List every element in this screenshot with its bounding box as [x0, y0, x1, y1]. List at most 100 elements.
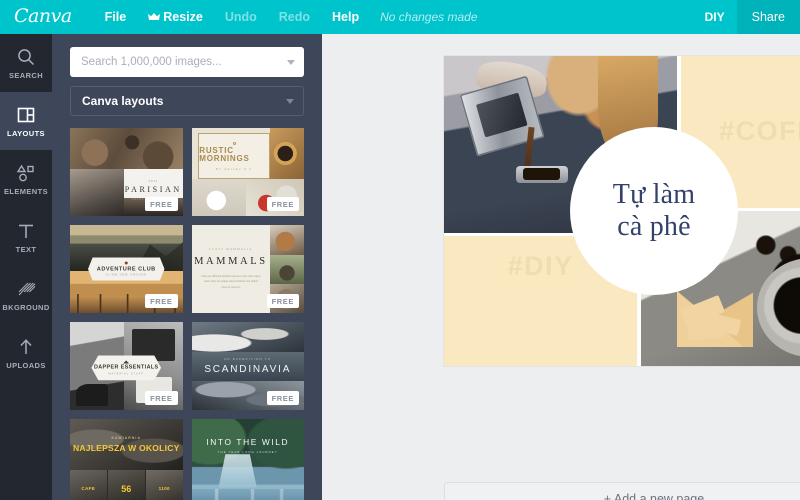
workspace: #COFFEE #DIY Tự làm cà phê — [322, 34, 800, 500]
menu-item-redo[interactable]: Redo — [268, 0, 321, 34]
sidebar-item-elements-label: ELEMENTS — [3, 186, 49, 196]
sidebar-item-layouts[interactable]: LAYOUTS — [0, 92, 52, 150]
search-row — [52, 34, 322, 77]
template-title: MAMMALS — [194, 256, 268, 268]
template-eyebrow: CLASS MAMMALIA — [208, 248, 253, 252]
template-thumbnail[interactable]: 2015 PARISIAN FRENCH COLLECTION FREE — [70, 128, 183, 216]
share-button[interactable]: Share — [736, 0, 800, 34]
thumb-photo — [191, 179, 246, 216]
template-thumbnail[interactable]: RUSTIC MORNINGS BY HAILEY & C FREE — [191, 128, 304, 216]
thumb-title-block: RUSTIC MORNINGS BY HAILEY & C — [198, 133, 271, 180]
template-subtitle: CLIMB NEW GROUND — [105, 273, 147, 277]
template-subtitle: MATERIAL STUFF — [108, 372, 145, 376]
sidebar-item-background-label: BKGROUND — [2, 302, 50, 312]
template-title: DAPPER ESSENTIALS — [93, 364, 159, 371]
menu-item-resize-label: Resize — [163, 9, 203, 24]
template-grid: 2015 PARISIAN FRENCH COLLECTION FREE RUS… — [52, 116, 322, 500]
save-status-text: No changes made — [380, 10, 478, 24]
template-thumbnail[interactable]: CLASS MAMMALIA MAMMALS There are differe… — [191, 225, 304, 313]
template-thumbnail[interactable]: DAPPER ESSENTIALS MATERIAL STUFF FREE — [70, 322, 183, 410]
sidebar-item-uploads-label: UPLOADS — [6, 360, 46, 370]
thumb-title-block: KAWIARNIA NAJLEPSZA W OKOLICY — [70, 419, 183, 471]
template-eyebrow: 2015 — [148, 179, 159, 184]
template-subtitle: BY HAILEY & C — [215, 166, 253, 171]
template-thumbnail[interactable]: AN EXPEDITION TO SCANDINAVIA FREE — [191, 322, 304, 410]
thumb-stat-cell: 1100 — [146, 470, 183, 500]
ornament-icon — [123, 360, 130, 364]
status-badge: FREE — [266, 294, 299, 308]
top-bar: Canva File Resize Undo Redo Help No chan… — [0, 0, 800, 34]
add-new-page-button[interactable]: + Add a new page — [444, 482, 800, 500]
sidebar-item-uploads[interactable]: UPLOADS — [0, 324, 52, 382]
search-input[interactable] — [81, 56, 280, 68]
left-rail: SEARCH LAYOUTS ELEMENTS TEXT BKGROUND UP… — [0, 34, 52, 500]
status-badge: FREE — [266, 197, 299, 211]
menu-item-help[interactable]: Help — [321, 0, 370, 34]
thumb-photo — [270, 128, 304, 180]
template-eyebrow: AN EXPEDITION TO — [224, 357, 272, 362]
main-menu: File Resize Undo Redo Help No changes ma… — [94, 0, 478, 35]
menu-item-file[interactable]: File — [94, 0, 138, 34]
template-title: RUSTIC MORNINGS — [199, 146, 250, 164]
status-badge: FREE — [266, 391, 299, 405]
template-thumbnail[interactable]: KAWIARNIA NAJLEPSZA W OKOLICY CAFE 56 11… — [70, 419, 183, 500]
canvas-hashtag-coffee[interactable]: #COFFEE — [719, 116, 800, 147]
template-title: INTO THE WILD — [206, 436, 290, 447]
thumb-title-block: INTO THE WILD THE YEAR LONG JOURNEY — [192, 437, 305, 454]
sidebar-item-text[interactable]: TEXT — [0, 208, 52, 266]
canva-logo[interactable]: Canva — [14, 6, 72, 28]
thumb-stat-cell: CAFE — [70, 470, 107, 500]
background-icon — [16, 279, 36, 299]
chevron-down-icon[interactable] — [286, 99, 294, 104]
photo-detail-biscuits — [677, 279, 753, 348]
status-badge: FREE — [145, 197, 178, 211]
canvas-circle-shape[interactable]: Tự làm cà phê — [570, 127, 738, 295]
photo-detail-cup — [516, 165, 568, 184]
top-bar-right: DIY Share — [693, 0, 800, 34]
template-thumbnail[interactable]: ADVENTURE CLUB CLIMB NEW GROUND FREE — [70, 225, 183, 313]
thumb-title-block: CLASS MAMMALIA MAMMALS There are differe… — [192, 225, 271, 313]
thumb-stat-cell: 56 — [108, 470, 145, 500]
layouts-panel: Canva layouts 2015 PARISIAN FRENCH COLLE… — [52, 34, 322, 500]
canvas-hashtag-diy[interactable]: #DIY — [508, 251, 574, 282]
elements-icon — [16, 163, 36, 183]
thumb-title-block: ADVENTURE CLUB CLIMB NEW GROUND — [88, 257, 165, 281]
thumb-stat-value: CAFE — [81, 486, 96, 492]
thumb-stat-value: 1100 — [158, 486, 170, 492]
layout-category-select[interactable]: Canva layouts — [70, 86, 304, 116]
canvas-headline-line1: Tự làm — [612, 178, 696, 210]
canvas-headline-line2: cà phê — [617, 211, 691, 242]
search-box[interactable] — [70, 47, 304, 77]
thumb-photo-detail — [191, 489, 304, 500]
sidebar-item-elements[interactable]: ELEMENTS — [0, 150, 52, 208]
canvas-headline[interactable]: Tự làm cà phê — [613, 179, 695, 244]
thumb-title-block: DAPPER ESSENTIALS MATERIAL STUFF — [91, 355, 162, 381]
template-eyebrow: KAWIARNIA — [111, 436, 141, 441]
thumb-photo — [191, 322, 304, 352]
menu-item-resize[interactable]: Resize — [137, 0, 214, 35]
sidebar-item-layouts-label: LAYOUTS — [7, 128, 45, 138]
sidebar-item-background[interactable]: BKGROUND — [0, 266, 52, 324]
sidebar-item-search[interactable]: SEARCH — [0, 34, 52, 92]
design-title[interactable]: DIY — [693, 10, 737, 24]
ornament-icon — [124, 261, 128, 265]
photo-detail-coffee-cup — [757, 257, 800, 357]
thumb-photo — [270, 254, 304, 284]
photo-detail-biscuit — [686, 322, 725, 342]
template-thumbnail[interactable]: INTO THE WILD THE YEAR LONG JOURNEY — [191, 419, 305, 500]
thumb-stat-row: CAFE 56 1100 — [70, 470, 183, 500]
template-title: NAJLEPSZA W OKOLICY — [72, 443, 180, 454]
template-title: ADVENTURE CLUB — [96, 266, 156, 272]
layouts-icon — [16, 105, 36, 125]
sidebar-item-search-label: SEARCH — [8, 70, 44, 80]
thumb-photo — [270, 225, 304, 255]
canva-editor: Canva File Resize Undo Redo Help No chan… — [0, 0, 800, 500]
search-icon — [16, 47, 36, 67]
thumb-photo — [70, 128, 183, 170]
chevron-down-icon[interactable] — [287, 60, 295, 65]
menu-item-undo[interactable]: Undo — [214, 0, 268, 34]
template-title: PARISIAN — [124, 185, 182, 195]
upload-icon — [16, 337, 36, 357]
ornament-icon — [232, 141, 236, 145]
design-canvas[interactable]: #COFFEE #DIY Tự làm cà phê — [444, 56, 800, 366]
